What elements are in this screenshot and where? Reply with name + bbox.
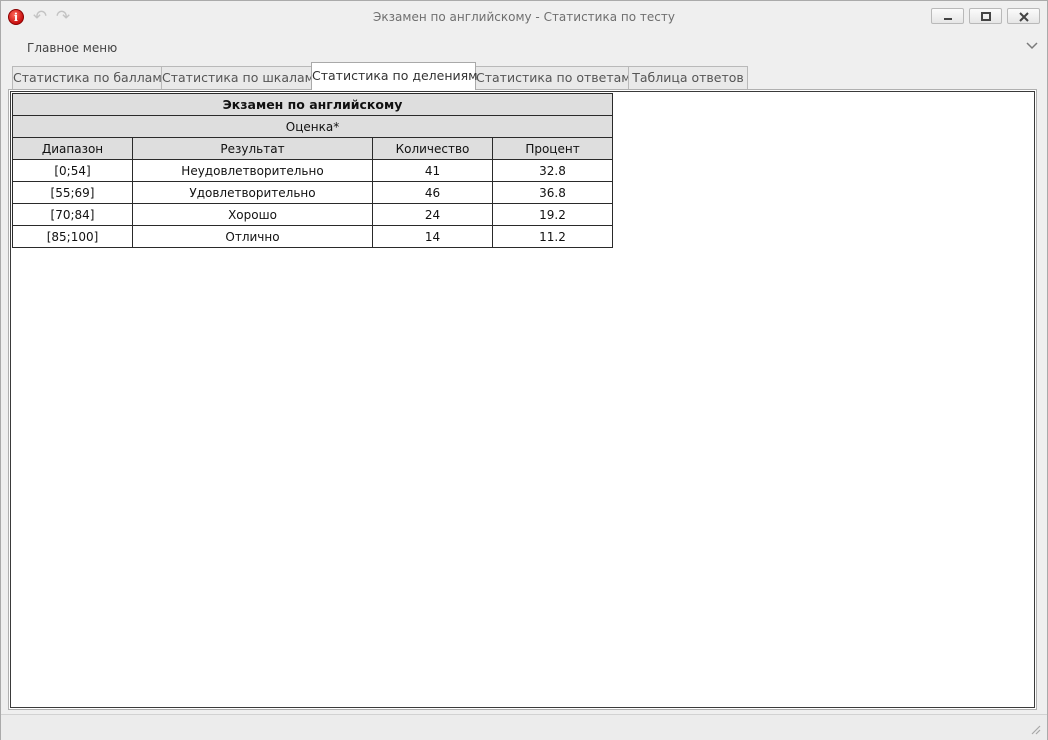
table-row: [0;54] Неудовлетворительно 41 32.8: [12, 159, 613, 182]
table-title: Экзамен по английскому: [12, 93, 613, 116]
column-header-count: Количество: [372, 137, 493, 160]
menu-bar: Главное меню: [1, 37, 1047, 59]
cell-count: 41: [372, 159, 493, 182]
status-bar: [1, 714, 1047, 740]
cell-count: 24: [372, 203, 493, 226]
cell-range: [55;69]: [12, 181, 133, 204]
cell-percent: 32.8: [492, 159, 613, 182]
cell-result: Неудовлетворительно: [132, 159, 373, 182]
column-header-range: Диапазон: [12, 137, 133, 160]
tab-score-stats[interactable]: Статистика по баллам: [12, 66, 162, 89]
cell-percent: 36.8: [492, 181, 613, 204]
table-row: [70;84] Хорошо 24 19.2: [12, 203, 613, 226]
tab-division-stats[interactable]: Статистика по делениям: [311, 62, 478, 90]
cell-count: 46: [372, 181, 493, 204]
statistics-table: Экзамен по английскому Оценка* Диапазон …: [12, 93, 613, 248]
cell-count: 14: [372, 225, 493, 248]
column-header-result: Результат: [132, 137, 373, 160]
cell-range: [70;84]: [12, 203, 133, 226]
table-subtitle: Оценка*: [12, 115, 613, 138]
title-bar[interactable]: i ↶ ↷ Экзамен по английскому - Статистик…: [1, 1, 1047, 33]
cell-result: Удовлетворительно: [132, 181, 373, 204]
application-window: i ↶ ↷ Экзамен по английскому - Статистик…: [0, 0, 1048, 740]
table-row: [85;100] Отлично 14 11.2: [12, 225, 613, 248]
tab-content-panel: Экзамен по английскому Оценка* Диапазон …: [8, 89, 1037, 710]
table-row: [55;69] Удовлетворительно 46 36.8: [12, 181, 613, 204]
minimize-icon: [944, 18, 952, 20]
maximize-icon: [981, 12, 991, 21]
cell-result: Отлично: [132, 225, 373, 248]
table-header-row: Диапазон Результат Количество Процент: [12, 137, 613, 160]
tab-answer-table[interactable]: Таблица ответов: [628, 66, 748, 89]
tab-answer-stats[interactable]: Статистика по ответам: [475, 66, 631, 89]
column-header-percent: Процент: [492, 137, 613, 160]
main-menu-button[interactable]: Главное меню: [27, 41, 117, 55]
chevron-down-icon[interactable]: [1026, 41, 1038, 50]
maximize-button[interactable]: [969, 8, 1002, 24]
report-area: Экзамен по английскому Оценка* Диапазон …: [10, 91, 1035, 708]
cell-range: [85;100]: [12, 225, 133, 248]
tab-scale-stats[interactable]: Статистика по шкалам: [161, 66, 314, 89]
cell-result: Хорошо: [132, 203, 373, 226]
cell-percent: 19.2: [492, 203, 613, 226]
resize-grip-icon[interactable]: [1029, 723, 1041, 735]
cell-range: [0;54]: [12, 159, 133, 182]
cell-percent: 11.2: [492, 225, 613, 248]
window-title: Экзамен по английскому - Статистика по т…: [373, 10, 675, 24]
close-button[interactable]: [1007, 8, 1040, 24]
minimize-button[interactable]: [931, 8, 964, 24]
close-icon: [1019, 12, 1029, 22]
